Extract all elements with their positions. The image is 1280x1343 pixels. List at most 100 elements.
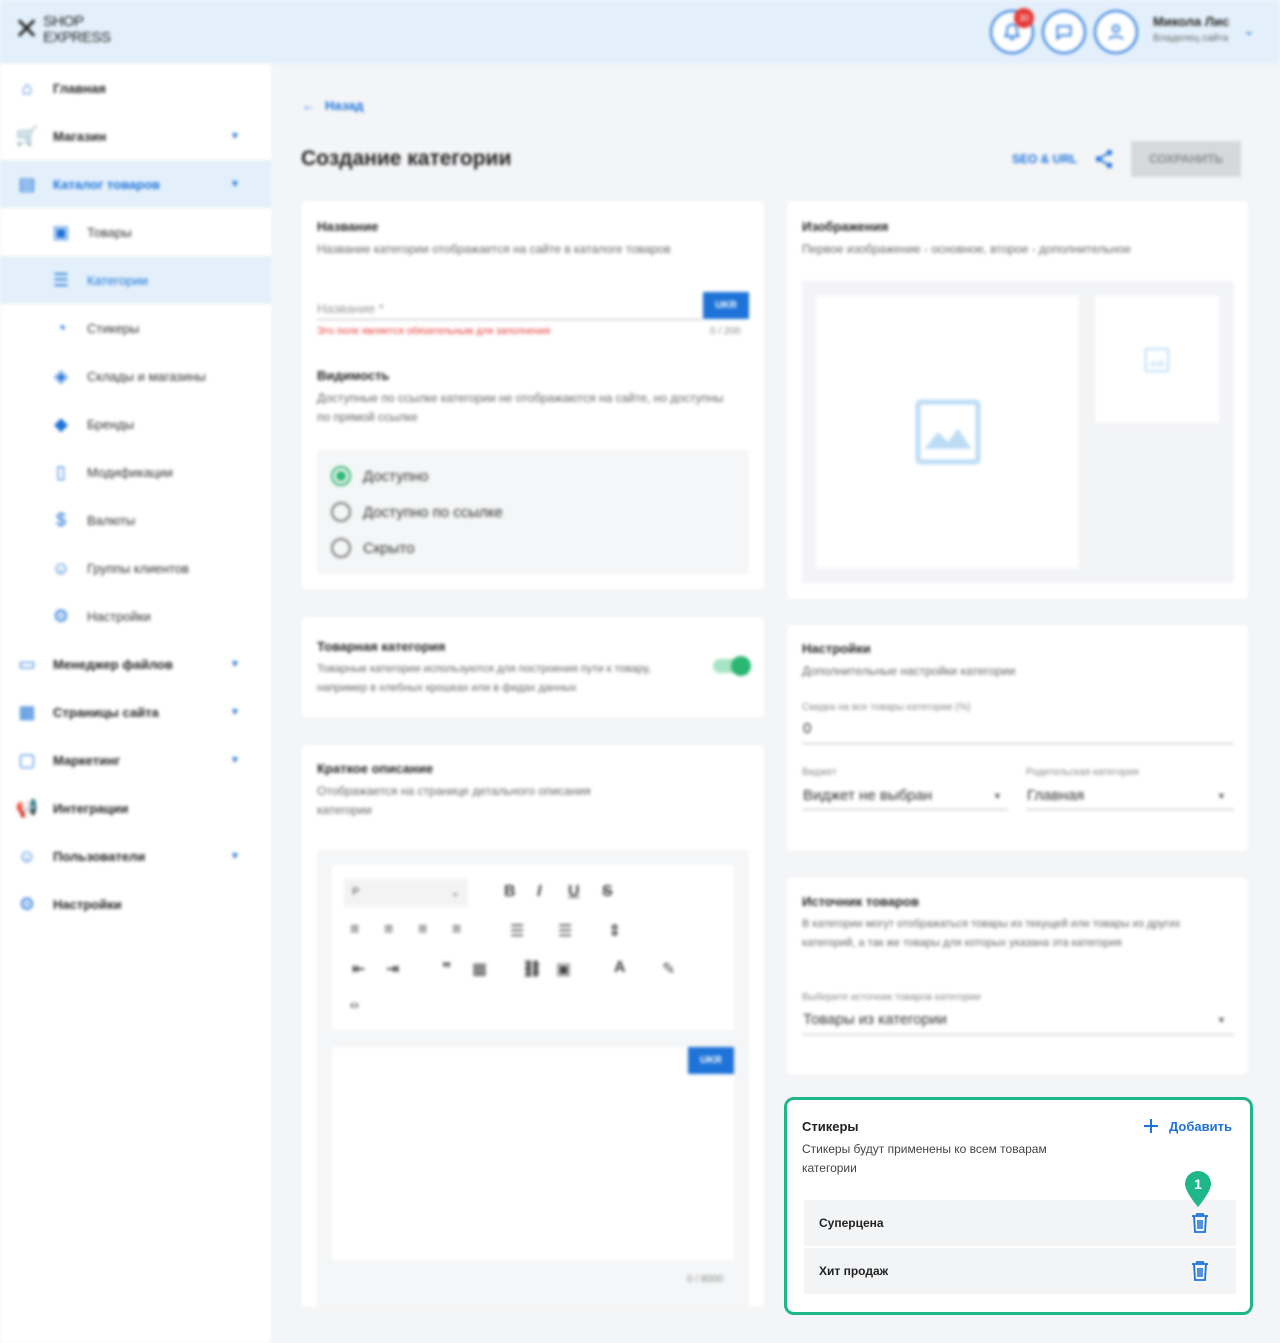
editor-wrapper: P ⌄ B I U S ≡ ≡ ≡ ≡ ☰ ☰ ⇕ ⇤ ⇥ ❞ ▦ ⛓ ▣ A ✎… [317,850,749,1307]
sidebar-item-marketing[interactable]: ▢ Маркетинг ▼ [0,736,271,784]
logo-line-2: EXPRESS [43,29,111,46]
box-icon: ▣ [52,221,70,242]
sidebar-item-pages[interactable]: ▦ Страницы сайта ▼ [0,688,271,736]
discount-input[interactable]: 0 [803,720,811,737]
outdent-icon[interactable]: ⇤ [352,959,365,979]
radio-checked-icon [331,466,351,486]
profile-button[interactable] [1094,10,1138,54]
short-description-card: Краткое описание Отображается на страниц… [302,745,764,1307]
sidebar-item-settings[interactable]: ⚙ Настройки [0,880,271,928]
sidebar-item-products[interactable]: ▣ Товары [0,208,271,256]
format-select[interactable]: P ⌄ [344,879,468,907]
chevron-down-icon: ⌄ [450,887,460,899]
radio-by-link[interactable]: Доступно по ссылке [331,494,735,530]
numbered-list-icon[interactable]: ☰ [558,921,572,941]
sidebar-item-stickers[interactable]: ◔ Стикеры [0,304,271,352]
discount-label: Скидка на все товары категории (%) [802,702,971,713]
images-card: Изображения Первое изображение - основно… [787,201,1248,599]
align-justify-icon[interactable]: ≡ [452,921,461,939]
settings-card: Настройки Дополнительные настройки катег… [787,625,1248,851]
user-menu[interactable]: Микола Лис Владелец сайта [1153,14,1229,44]
language-tag[interactable]: UKR [688,1047,734,1074]
caret-down-icon: ▼ [993,791,1002,801]
editor-toolbar: P ⌄ B I U S ≡ ≡ ≡ ≡ ☰ ☰ ⇕ ⇤ ⇥ ❞ ▦ ⛓ ▣ A ✎… [332,865,734,1030]
trash-icon[interactable] [1190,1212,1210,1234]
sticker-row: Хит продаж [804,1248,1236,1294]
sidebar-item-integrations[interactable]: 📢 Интеграции [0,784,271,832]
sidebar-item-modifications[interactable]: ▯ Модификации [0,448,271,496]
notifications-badge: 30 [1014,8,1034,28]
align-left-icon[interactable]: ≡ [350,921,359,939]
main-image-slot[interactable] [816,296,1079,568]
add-sticker-button[interactable]: Добавить [1143,1118,1232,1134]
shop-express-logo[interactable]: ✕ SHOP EXPRESS [14,14,111,46]
seo-url-link[interactable]: SEO & URL [1012,152,1077,166]
indent-icon[interactable]: ⇥ [386,959,399,979]
messages-button[interactable] [1042,10,1086,54]
sidebar-item-brands[interactable]: ◆ Бренды [0,400,271,448]
page-title: Создание категории [301,147,512,170]
radio-unchecked-icon [331,502,351,522]
image-icon[interactable]: ▣ [556,959,571,979]
radio-hidden[interactable]: Скрыто [331,530,735,566]
secondary-image-slot[interactable] [1095,296,1219,423]
text-color-icon[interactable]: A [614,959,626,977]
parent-category-select[interactable]: Главная [1027,787,1084,804]
widget-select[interactable]: Виджет не выбран [803,787,932,804]
discount-underline [802,743,1234,744]
stickers-title: Стикеры [802,1119,859,1134]
name-input[interactable]: Название * [317,301,384,316]
sidebar-item-home[interactable]: ⌂ Главная [0,64,271,112]
user-icon: ☺ [17,845,37,866]
source-title: Источник товаров [802,894,919,909]
radio-available[interactable]: Доступно [331,458,735,494]
quote-icon[interactable]: ❞ [442,959,451,979]
sidebar-item-warehouses[interactable]: ◈ Склады и магазины [0,352,271,400]
sidebar-item-users[interactable]: ☺ Пользователи ▼ [0,832,271,880]
share-icon[interactable] [1093,148,1115,170]
product-category-toggle[interactable] [713,656,751,676]
sidebar-item-categories[interactable]: ☰ Категории [0,256,271,304]
sidebar-item-shop[interactable]: 🛒 Магазин ▼ [0,112,271,160]
name-card: Название Название категории отображается… [302,201,764,589]
align-center-icon[interactable]: ≡ [384,921,393,939]
align-right-icon[interactable]: ≡ [418,921,427,939]
name-card-subtitle: Название категории отображается на сайте… [317,242,671,256]
dollar-icon: $ [55,509,66,530]
link-icon[interactable]: ⛓ [522,959,542,979]
sidebar-item-catalog-settings[interactable]: ⚙ Настройки [0,592,271,640]
chevron-down-icon: ▼ [230,754,240,766]
sidebar-item-catalog[interactable]: ▤ Каталог товаров ▼ [0,160,271,208]
folder-icon: ▭ [18,653,36,674]
arrow-left-icon: ← [302,98,315,113]
widget-underline [802,809,1008,810]
sidebar-item-customer-groups[interactable]: ☺ Группы клиентов [0,544,271,592]
strikethrough-icon[interactable]: S [602,883,613,901]
notifications-button[interactable]: 30 [990,8,1034,54]
cart-icon: 🛒 [15,125,39,146]
short-description-subtitle: Отображается на странице детального опис… [317,784,591,817]
pages-icon: ▦ [18,701,36,722]
users-icon: ☺ [51,557,71,578]
bullet-list-icon[interactable]: ☰ [510,921,524,941]
italic-icon[interactable]: I [537,883,541,901]
bold-icon[interactable]: B [504,883,516,901]
source-underline [802,1034,1234,1035]
highlight-icon[interactable]: ✎ [662,959,675,979]
source-select[interactable]: Товары из категории [803,1011,947,1028]
language-tag[interactable]: UKR [703,292,749,319]
logo-mark-icon: ✕ [14,13,40,46]
table-icon[interactable]: ▦ [472,959,487,979]
underline-icon[interactable]: U [568,883,580,901]
trash-icon[interactable] [1190,1260,1210,1282]
source-code-icon[interactable]: ‹› [350,997,359,1012]
sidebar: ⌂ Главная 🛒 Магазин ▼ ▤ Каталог товаров … [0,64,271,1343]
chevron-down-icon: ▼ [230,130,240,142]
save-button[interactable]: СОХРАНИТЬ [1131,141,1241,177]
chevron-down-icon[interactable]: ⌄ [1243,22,1255,39]
line-height-icon[interactable]: ⇕ [608,921,621,941]
sidebar-item-file-manager[interactable]: ▭ Менеджер файлов ▼ [0,640,271,688]
sidebar-item-currencies[interactable]: $ Валюты [0,496,271,544]
editor-content[interactable]: UKR [332,1047,734,1260]
back-link[interactable]: ← Назад [302,98,364,113]
